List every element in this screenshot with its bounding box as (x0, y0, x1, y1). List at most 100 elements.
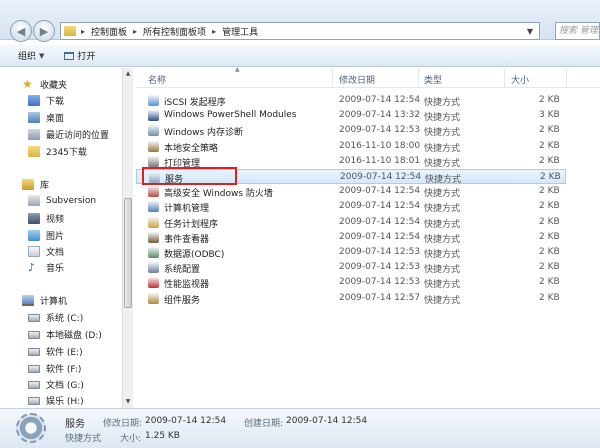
breadcrumb-control-panel[interactable]: 控制面板 (91, 25, 127, 38)
file-name: 高级安全 Windows 防火墙 (164, 189, 273, 200)
file-date: 2009-07-14 12:53 (339, 125, 421, 136)
nav-scrollbar[interactable]: ▲ ▼ (122, 68, 133, 408)
nav-item-drive-e[interactable]: 软件 (E:) (28, 345, 83, 358)
file-row[interactable]: 高级安全 Windows 防火墙 2009-07-14 12:54 快捷方式 2 KB (136, 184, 566, 199)
column-size[interactable]: 大小 (511, 73, 529, 86)
file-date: 2009-07-14 12:54 (339, 186, 421, 197)
nav-label: 软件 (F:) (46, 365, 82, 375)
organize-button[interactable]: 组织 ▼ (18, 49, 44, 63)
column-divider[interactable] (418, 68, 419, 88)
file-size: 2 KB (539, 125, 560, 136)
file-name: 数据源(ODBC) (164, 250, 225, 260)
file-date: 2009-07-14 12:54 (339, 95, 421, 105)
created-value: 2009-07-14 12:54 (286, 416, 368, 426)
details-type: 快捷方式 (65, 434, 102, 444)
nav-item-desktop[interactable]: 桌面 (28, 111, 64, 124)
nav-item-music[interactable]: ♪ 音乐 (28, 261, 64, 274)
details-pane: 服务 修改日期: 2009-07-14 12:54 创建日期: 2009-07-… (0, 408, 600, 448)
file-size: 2 KB (539, 231, 560, 242)
file-row[interactable]: 事件查看器 2009-07-14 12:54 快捷方式 2 KB (136, 230, 566, 245)
document-icon (28, 246, 40, 257)
file-type: 快捷方式 (424, 98, 461, 108)
column-divider[interactable] (504, 68, 505, 88)
file-size: 2 KB (539, 216, 560, 227)
scroll-up-icon[interactable]: ▲ (124, 70, 132, 77)
search-input[interactable]: 搜索 管理工具 (555, 22, 600, 40)
file-date: 2009-07-14 12:54 (339, 201, 421, 212)
file-type: 快捷方式 (424, 128, 461, 139)
nav-label: 本地磁盘 (D:) (46, 331, 102, 341)
command-bar: 组织 ▼ 打开 (0, 45, 600, 67)
address-history-dropdown[interactable]: ▼ (521, 22, 539, 40)
file-row[interactable]: Windows 内存诊断 2009-07-14 12:53 快捷方式 2 KB (136, 123, 566, 138)
file-type: 快捷方式 (424, 204, 461, 215)
file-size: 2 KB (539, 292, 560, 303)
organize-label: 组织 (18, 52, 37, 62)
nav-libraries[interactable]: 库 (22, 178, 49, 191)
size-value: 1.25 KB (145, 431, 180, 441)
address-field[interactable]: ▸ 控制面板 ▸ 所有控制面板项 ▸ 管理工具 (60, 22, 540, 40)
column-divider[interactable] (332, 68, 333, 88)
open-button[interactable]: 打开 (64, 49, 95, 62)
nav-computer[interactable]: 计算机 (22, 294, 67, 307)
scrollbar-thumb[interactable] (124, 198, 132, 308)
file-row[interactable]: 任务计划程序 2009-07-14 12:54 快捷方式 2 KB (136, 215, 566, 230)
drive-icon (28, 380, 40, 389)
nav-item-drive-d[interactable]: 本地磁盘 (D:) (28, 328, 102, 341)
nav-label: 音乐 (46, 264, 65, 274)
nav-item-downloads[interactable]: 下载 (28, 94, 64, 107)
file-date: 2009-07-14 12:53 (339, 247, 421, 257)
nav-item-drive-c[interactable]: 系统 (C:) (28, 311, 83, 324)
nav-item-subversion[interactable]: Subversion (28, 195, 96, 206)
file-row[interactable]: 本地安全策略 2016-11-10 18:00 快捷方式 2 KB (136, 139, 566, 154)
size-label: 大小: (120, 434, 142, 444)
file-row[interactable]: 计算机管理 2009-07-14 12:54 快捷方式 2 KB (136, 199, 566, 214)
gear-icon (16, 413, 46, 443)
file-row[interactable]: 数据源(ODBC) 2009-07-14 12:53 快捷方式 2 KB (136, 245, 566, 260)
file-date: 2016-11-10 18:00 (339, 140, 421, 151)
file-date: 2009-07-14 12:54 (340, 172, 422, 182)
drive-icon (28, 364, 40, 373)
shortcut-icon (148, 95, 159, 106)
nav-label: 桌面 (46, 114, 65, 124)
nav-label: 视频 (46, 215, 65, 225)
file-type: 快捷方式 (424, 250, 461, 260)
nav-item-documents[interactable]: 文档 (28, 245, 64, 258)
column-header-row: ▲ 名称 修改日期 类型 大小 (136, 66, 600, 88)
column-date[interactable]: 修改日期 (339, 73, 375, 86)
nav-item-recent[interactable]: 最近访问的位置 (28, 128, 109, 141)
back-button[interactable]: ◀ (10, 20, 32, 42)
file-row[interactable]: Windows PowerShell Modules 2009-07-14 13:… (136, 108, 566, 123)
file-size: 2 KB (539, 277, 560, 288)
desktop-icon (28, 112, 40, 123)
breadcrumb-admin-tools[interactable]: 管理工具 (222, 25, 258, 38)
nav-label: 娱乐 (H:) (46, 397, 84, 407)
breadcrumb-separator: ▸ (133, 26, 138, 36)
breadcrumb-all-items[interactable]: 所有控制面板项 (143, 25, 206, 38)
details-name: 服务 (65, 419, 85, 430)
forward-button[interactable]: ▶ (33, 20, 55, 42)
nav-item-videos[interactable]: 视频 (28, 212, 64, 225)
file-row[interactable]: 系统配置 2009-07-14 12:53 快捷方式 2 KB (136, 260, 566, 275)
column-type[interactable]: 类型 (424, 73, 442, 86)
nav-item-drive-h[interactable]: 娱乐 (H:) (28, 394, 84, 407)
nav-item-drive-f[interactable]: 软件 (F:) (28, 362, 81, 375)
chevron-down-icon: ▼ (526, 26, 534, 36)
nav-label: 收藏夹 (40, 81, 68, 91)
nav-label: 文档 (G:) (46, 381, 84, 391)
column-name[interactable]: 名称 (148, 73, 166, 86)
file-row[interactable]: 性能监视器 2009-07-14 12:53 快捷方式 2 KB (136, 275, 566, 290)
nav-item-pictures[interactable]: 图片 (28, 229, 64, 242)
file-date: 2016-11-10 18:01 (339, 155, 421, 166)
nav-item-drive-g[interactable]: 文档 (G:) (28, 378, 84, 391)
scroll-down-icon[interactable]: ▼ (124, 398, 132, 405)
nav-item-2345[interactable]: 2345下载 (28, 145, 87, 158)
nav-favorites[interactable]: ★ 收藏夹 (22, 78, 67, 91)
file-date: 2009-07-14 12:54 (339, 231, 421, 242)
file-row[interactable]: 组件服务 2009-07-14 12:57 快捷方式 2 KB (136, 291, 566, 306)
nav-label: 软件 (E:) (46, 348, 83, 358)
column-divider[interactable] (566, 68, 567, 88)
file-row[interactable]: iSCSI 发起程序 2009-07-14 12:54 快捷方式 2 KB (136, 93, 566, 108)
file-name: 任务计划程序 (164, 219, 219, 230)
recent-places-icon (28, 129, 40, 140)
